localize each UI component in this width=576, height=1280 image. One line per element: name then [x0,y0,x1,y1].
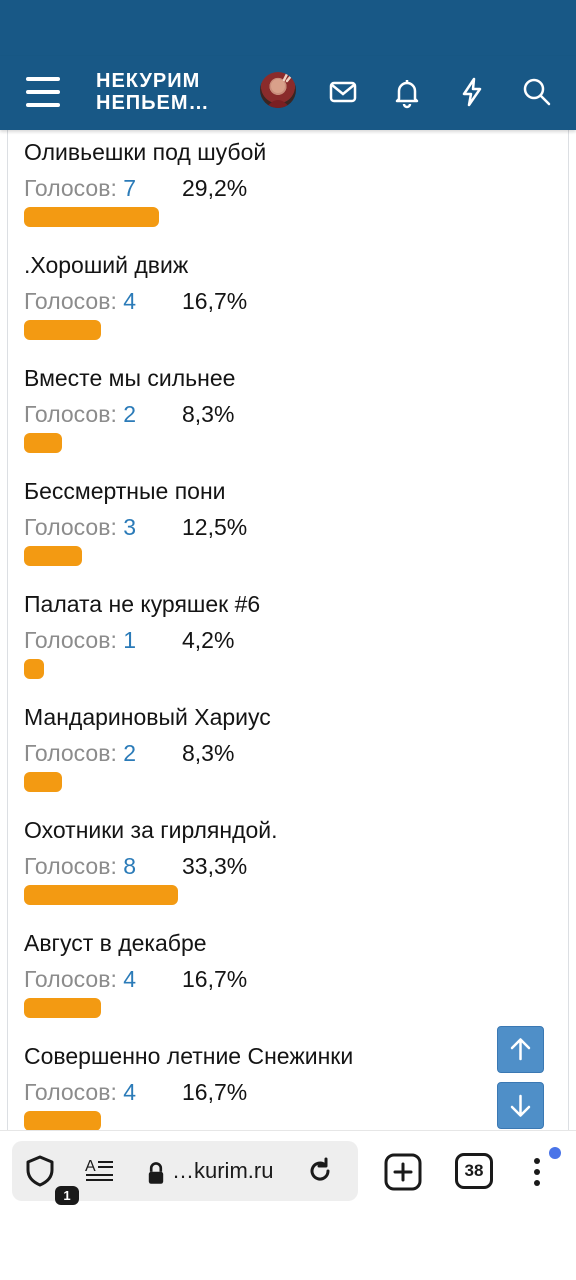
votes-percent: 16,7% [182,966,248,992]
votes-count-link[interactable]: 8 [123,853,136,879]
bell-icon[interactable] [389,74,425,110]
poll-option: Оливьешки под шубой Голосов: 7 29,2% [24,137,544,227]
poll-results: Оливьешки под шубой Голосов: 7 29,2% .Хор… [0,130,576,1130]
votes-row: Голосов: 8 33,3% [24,851,544,881]
vote-bar [24,1111,101,1130]
option-label: Вместе мы сильнее [24,365,236,391]
vote-bar [24,998,101,1018]
poll-option: Мандариновый Хариус Голосов: 2 8,3% [24,702,544,792]
votes-row: Голосов: 3 12,5% [24,512,544,542]
address-bar[interactable]: 1 A …kurim.ru [12,1141,358,1205]
vote-bar [24,207,159,227]
vote-bar [24,546,82,566]
reader-mode-icon[interactable]: A [82,1153,118,1189]
votes-label: Голосов: [24,853,117,879]
logo-line-1: НЕКУРИМ [96,70,201,92]
bolt-icon[interactable] [454,74,490,110]
votes-count-link[interactable]: 2 [123,401,136,427]
votes-row: Голосов: 2 8,3% [24,399,544,429]
option-label: Мандариновый Хариус [24,704,271,730]
vote-bar [24,433,62,453]
url-text[interactable]: …kurim.ru [172,1156,273,1186]
svg-text:A: A [85,1158,96,1175]
site-header: НЕКУРИМ НЕПЬЕМ… [0,56,576,130]
votes-label: Голосов: [24,1079,117,1105]
browser-toolbar: 1 A …kurim.ru 38 [0,1130,576,1280]
vote-bar [24,320,101,340]
avatar[interactable] [260,72,296,108]
votes-percent: 8,3% [182,401,235,427]
lock-icon [138,1155,168,1185]
votes-row: Голосов: 1 4,2% [24,625,544,655]
site-logo[interactable]: НЕКУРИМ НЕПЬЕМ… [96,70,210,114]
poll-option: Палата не куряшек #6 Голосов: 1 4,2% [24,589,544,679]
vote-bar [24,659,44,679]
votes-percent: 12,5% [182,514,248,540]
votes-row: Голосов: 4 16,7% [24,286,544,316]
votes-percent: 16,7% [182,1079,248,1105]
votes-count-link[interactable]: 4 [123,1079,136,1105]
logo-line-2: НЕПЬЕМ… [96,92,210,114]
votes-percent: 16,7% [182,288,248,314]
votes-row: Голосов: 4 16,7% [24,1077,544,1107]
votes-count-link[interactable]: 2 [123,740,136,766]
votes-percent: 33,3% [182,853,248,879]
votes-row: Голосов: 4 16,7% [24,964,544,994]
votes-label: Голосов: [24,401,117,427]
votes-percent: 8,3% [182,740,235,766]
tab-count-button[interactable]: 38 [455,1153,493,1189]
votes-row: Голосов: 7 29,2% [24,173,544,203]
shield-badge: 1 [55,1186,79,1205]
votes-row: Голосов: 2 8,3% [24,738,544,768]
poll-option: .Хороший движ Голосов: 4 16,7% [24,250,544,340]
option-label: Август в декабре [24,930,207,956]
votes-count-link[interactable]: 4 [123,966,136,992]
option-label: Оливьешки под шубой [24,139,267,165]
vote-bar [24,885,178,905]
votes-percent: 29,2% [182,175,248,201]
reload-icon[interactable] [302,1153,338,1189]
poll-option: Совершенно летние Снежинки Голосов: 4 16,… [24,1041,544,1130]
votes-label: Голосов: [24,514,117,540]
scroll-up-button[interactable] [497,1026,544,1073]
poll-option: Бессмертные пони Голосов: 3 12,5% [24,476,544,566]
mail-icon[interactable] [325,74,361,110]
status-bar [0,0,576,56]
option-label: Бессмертные пони [24,478,226,504]
option-label: .Хороший движ [24,252,189,278]
menu-icon[interactable] [24,73,64,113]
votes-label: Голосов: [24,627,117,653]
arrow-up-icon [510,1038,531,1061]
new-tab-icon[interactable] [384,1153,422,1191]
scroll-down-button[interactable] [497,1082,544,1129]
votes-count-link[interactable]: 3 [123,514,136,540]
search-icon[interactable] [519,74,555,110]
arrow-down-icon [510,1094,531,1117]
poll-option: Вместе мы сильнее Голосов: 2 8,3% [24,363,544,453]
option-label: Охотники за гирляндой. [24,817,278,843]
votes-label: Голосов: [24,740,117,766]
votes-label: Голосов: [24,288,117,314]
more-icon[interactable] [518,1153,556,1191]
votes-count-link[interactable]: 1 [123,627,136,653]
notification-dot [549,1147,561,1159]
poll-option: Охотники за гирляндой. Голосов: 8 33,3% [24,815,544,905]
option-label: Палата не куряшек #6 [24,591,261,617]
votes-label: Голосов: [24,175,117,201]
shield-icon[interactable]: 1 [22,1153,79,1205]
votes-percent: 4,2% [182,627,235,653]
vote-bar [24,772,62,792]
votes-label: Голосов: [24,966,117,992]
poll-option: Август в декабре Голосов: 4 16,7% [24,928,544,1018]
option-label: Совершенно летние Снежинки [24,1043,354,1069]
votes-count-link[interactable]: 7 [123,175,136,201]
votes-count-link[interactable]: 4 [123,288,136,314]
